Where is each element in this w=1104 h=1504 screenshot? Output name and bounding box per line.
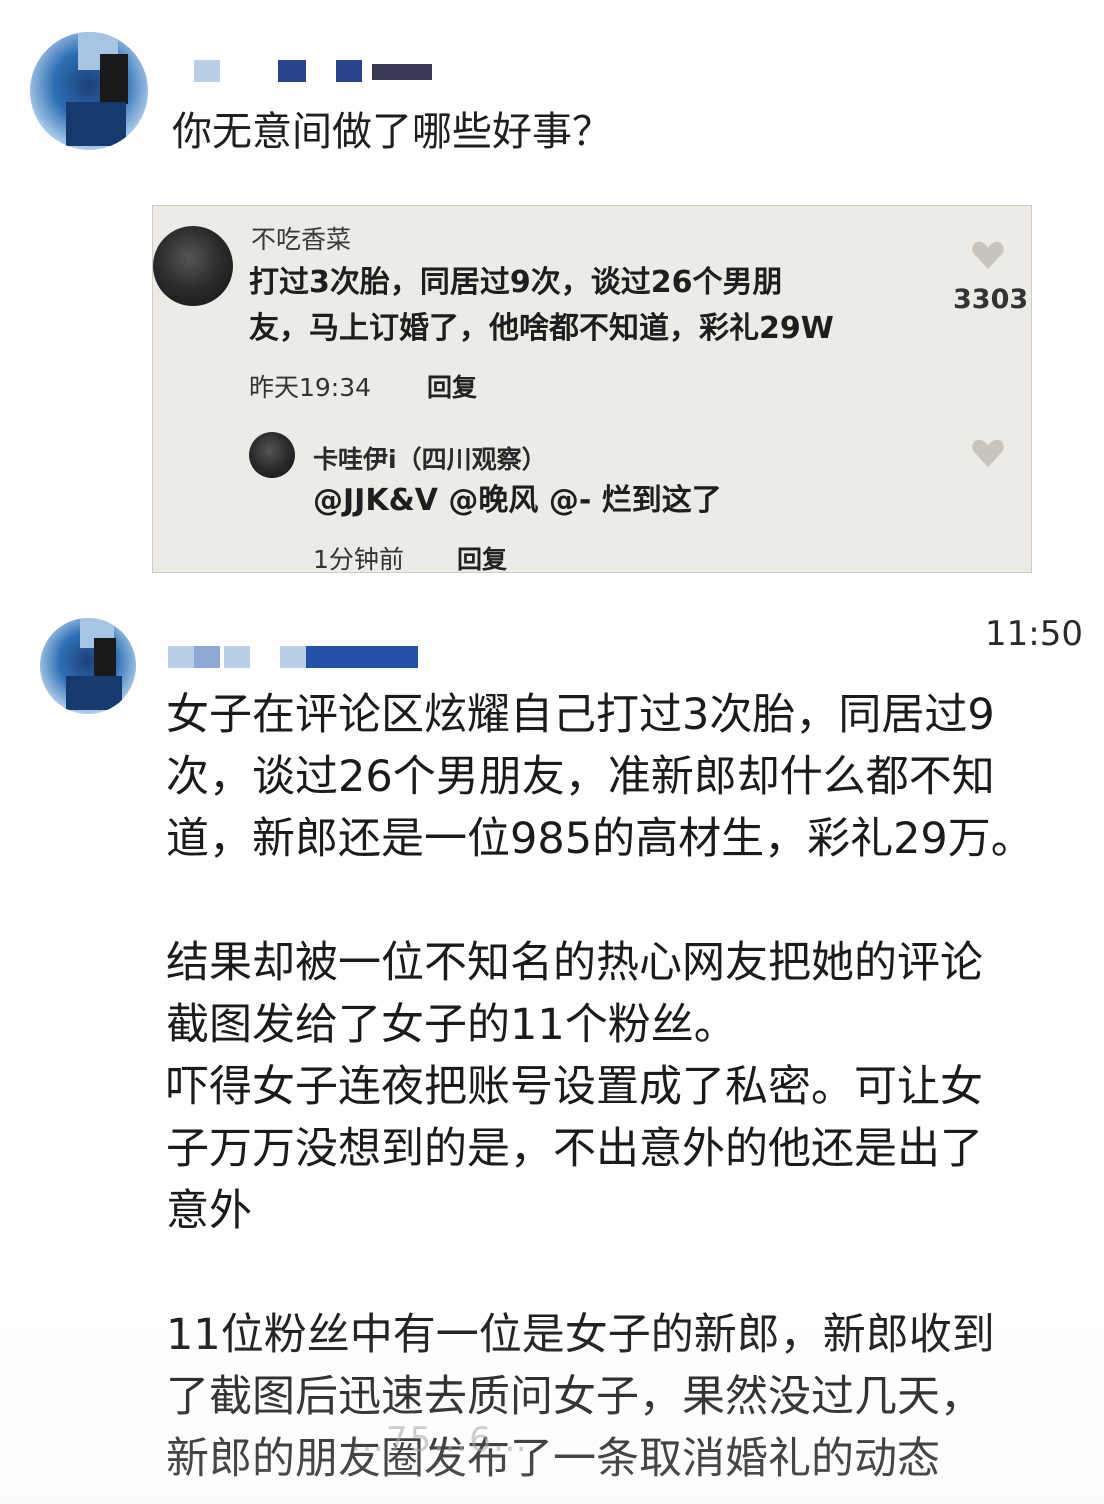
replier-username: 卡哇伊i（四川观察） bbox=[313, 445, 547, 474]
comment-text-line-1: 打过3次胎，同居过9次，谈过26个男朋 bbox=[249, 265, 783, 300]
commenter-avatar bbox=[153, 226, 233, 306]
reply-time: 1分钟前 bbox=[313, 545, 404, 573]
post-text-line: 11位粉丝中有一位是女子的新郎，新郎收到 bbox=[166, 1310, 995, 1360]
replier-avatar bbox=[249, 432, 295, 478]
quoted-comment-screenshot[interactable]: 不吃香菜 打过3次胎，同居过9次，谈过26个男朋 友，马上订婚了，他啥都不知道，… bbox=[152, 205, 1032, 573]
comment-time: 昨天19:34 bbox=[249, 373, 372, 402]
post-question: 你无意间做了哪些好事？ bbox=[172, 109, 612, 155]
username-blurred[interactable] bbox=[168, 646, 428, 668]
reply-text: @JJK&V @晚风 @- 烂到这了 bbox=[313, 483, 722, 518]
post-text-line: 次，谈过26个男朋友，准新郎却什么都不知 bbox=[166, 752, 995, 802]
post-text-line: 吓得女子连夜把账号设置成了私密。可让女 bbox=[166, 1062, 983, 1112]
post-text-line: 了截图后迅速去质问女子，果然没过几天， bbox=[166, 1372, 983, 1422]
comment-text-line-2: 友，马上订婚了，他啥都不知道，彩礼29W bbox=[249, 311, 834, 346]
post-time: 11:50 bbox=[985, 614, 1083, 654]
post-text-line: 道，新郎还是一位985的高材生，彩礼29万。 bbox=[166, 814, 1034, 864]
comment-reply-button[interactable]: 回复 bbox=[427, 368, 477, 404]
commenter-username: 不吃香菜 bbox=[251, 225, 352, 254]
post-text-line: 子万万没想到的是，不出意外的他还是出了 bbox=[166, 1124, 983, 1174]
like-count: 3303 bbox=[953, 284, 1029, 315]
avatar[interactable] bbox=[40, 618, 136, 714]
post-text-line: 截图发给了女子的11个粉丝。 bbox=[166, 1000, 737, 1050]
post-text-line: 结果却被一位不知名的热心网友把她的评论 bbox=[166, 938, 983, 988]
like-icon[interactable] bbox=[971, 240, 1005, 270]
username-blurred[interactable] bbox=[194, 60, 454, 82]
post-text-line: 意外 bbox=[166, 1186, 252, 1236]
post-text-line: 女子在评论区炫耀自己打过3次胎，同居过9 bbox=[166, 690, 995, 740]
watermark: …75…6… bbox=[350, 1420, 529, 1460]
avatar[interactable] bbox=[30, 32, 148, 150]
like-icon[interactable] bbox=[971, 438, 1005, 468]
reply-reply-button[interactable]: 回复 bbox=[457, 540, 507, 572]
post-body: 女子在评论区炫耀自己打过3次胎，同居过9 次，谈过26个男朋友，准新郎却什么都不知… bbox=[166, 684, 1086, 1490]
